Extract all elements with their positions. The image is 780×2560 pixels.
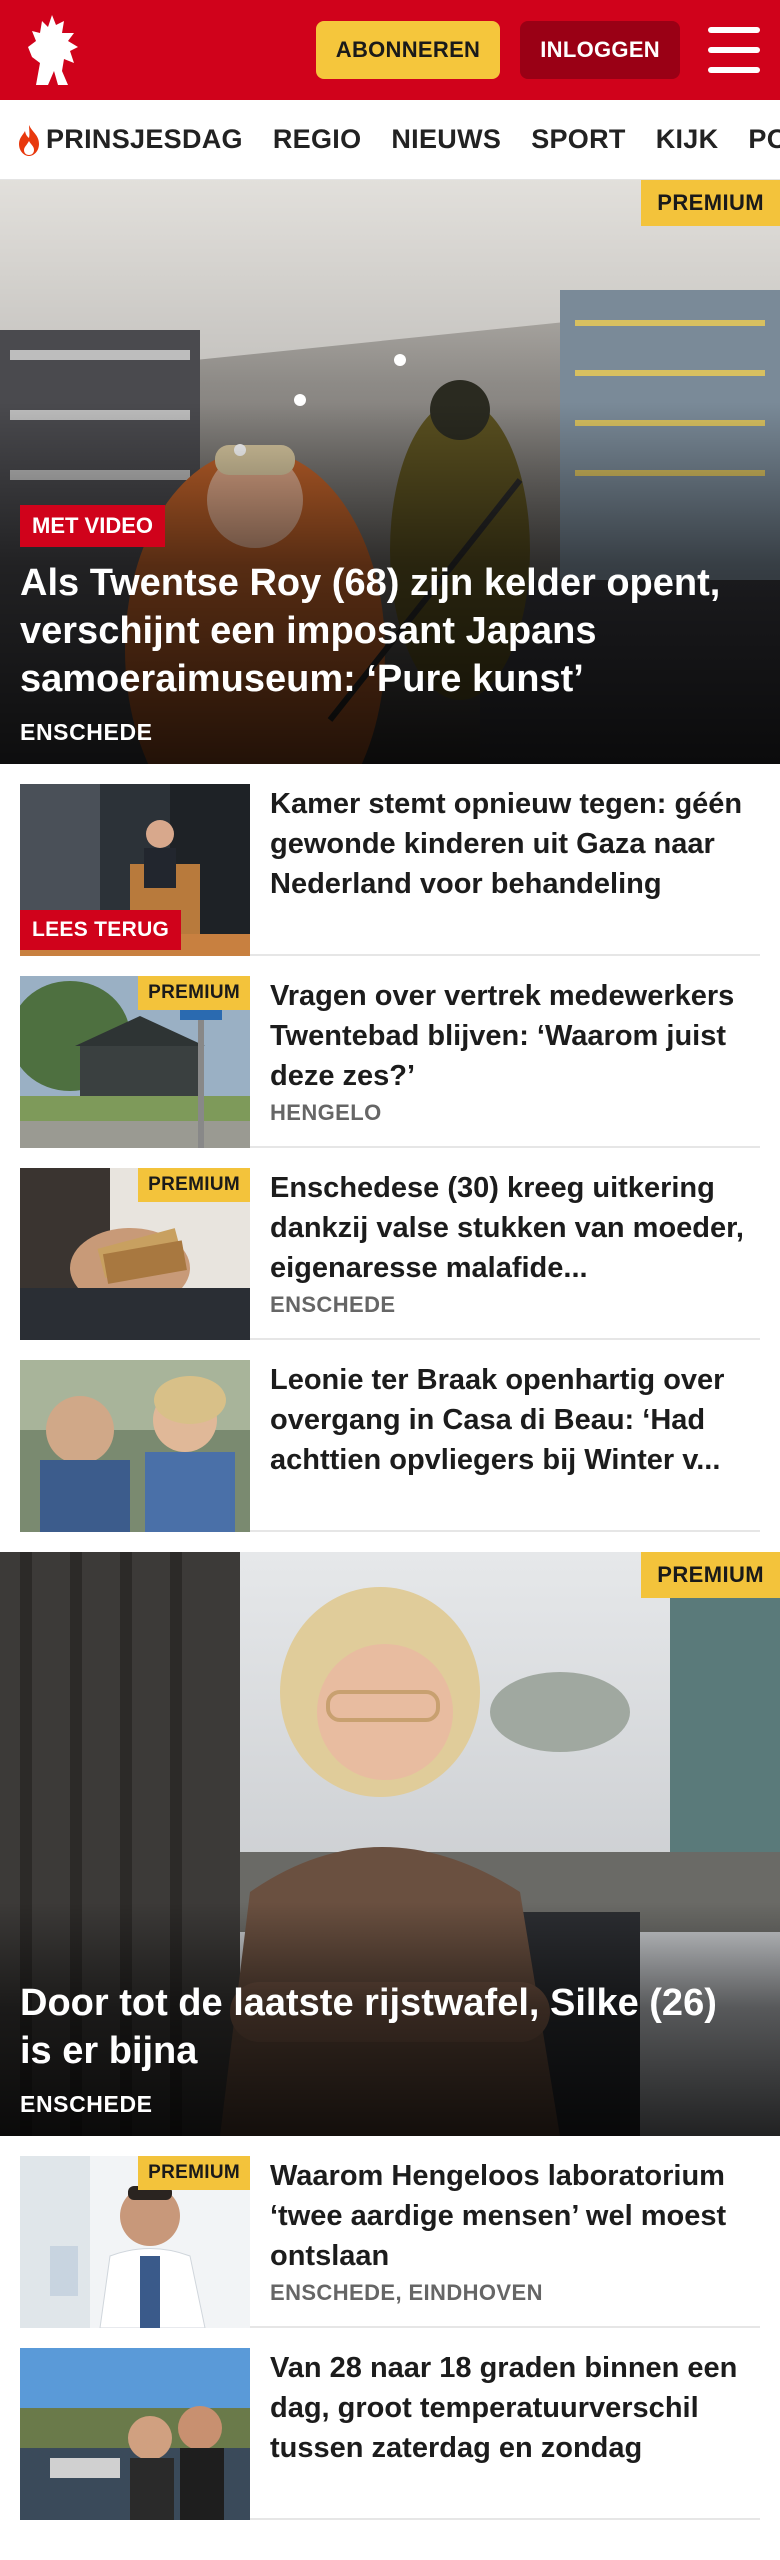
nav-item-sport[interactable]: SPORT [531, 124, 626, 155]
hamburger-menu-icon[interactable] [708, 27, 760, 73]
premium-badge: PREMIUM [641, 180, 780, 226]
hero-article-silke[interactable]: PREMIUM Door tot de laatste rijstwafel, … [0, 1552, 780, 2136]
hero-location: ENSCHEDE [20, 719, 153, 745]
nav-item-nieuws[interactable]: NIEUWS [391, 124, 501, 155]
article-headline[interactable]: Van 28 naar 18 graden binnen een dag, gr… [270, 2348, 760, 2468]
list-item[interactable]: PREMIUM Waarom Hengeloos laboratorium ‘t… [20, 2136, 760, 2328]
flame-icon [19, 124, 39, 156]
article-headline[interactable]: Enschedese (30) kreeg uitkering dankzij … [270, 1168, 760, 1288]
hero-headline[interactable]: Door tot de laatste rijstwafel, Silke (2… [20, 1979, 750, 2075]
list-item[interactable]: Van 28 naar 18 graden binnen een dag, gr… [20, 2328, 760, 2520]
article-thumbnail [20, 2348, 250, 2520]
list-item[interactable]: LEES TERUG Kamer stemt opnieuw tegen: gé… [20, 764, 760, 956]
article-thumbnail [20, 1360, 250, 1532]
nav-item-kijk[interactable]: KIJK [656, 124, 719, 155]
tubantia-horse-logo-icon[interactable] [20, 10, 88, 90]
article-headline[interactable]: Vragen over vertrek medewer­kers Twenteb… [270, 976, 760, 1096]
login-button[interactable]: INLOGGEN [520, 21, 680, 79]
read-back-tag: LEES TERUG [20, 910, 182, 950]
premium-badge: PREMIUM [138, 976, 250, 1010]
nav-item-podcasts[interactable]: PODCA [748, 124, 780, 155]
article-location: ENSCHEDE, EINDHOVEN [270, 2280, 543, 2305]
article-thumbnail: PREMIUM [20, 976, 250, 1148]
subscribe-button[interactable]: ABONNEREN [315, 21, 501, 79]
premium-badge: PREMIUM [138, 2156, 250, 2190]
article-location: ENSCHEDE [270, 1292, 396, 1317]
premium-badge: PREMIUM [641, 1552, 780, 1598]
article-headline[interactable]: Leonie ter Braak openhartig over overgan… [270, 1360, 760, 1480]
list-item[interactable]: Leonie ter Braak openhartig over overgan… [20, 1340, 760, 1532]
hero-headline[interactable]: Als Twentse Roy (68) zijn kelder opent, … [20, 559, 750, 703]
nav-label: PRINSJESDAG [46, 124, 243, 154]
site-header: ABONNEREN INLOGGEN [0, 0, 780, 100]
article-thumbnail: PREMIUM [20, 2156, 250, 2328]
hero-article-samurai-museum[interactable]: PREMIUM MET VIDEO Als Twentse Roy (68) z… [0, 180, 780, 764]
list-item[interactable]: PREMIUM Vragen over vertrek medewer­kers… [20, 956, 760, 1148]
hero-location: ENSCHEDE [20, 2091, 153, 2117]
article-headline[interactable]: Kamer stemt opnieuw tegen: géén gewonde … [270, 784, 760, 904]
hero-content: Door tot de laatste rijstwafel, Silke (2… [20, 1979, 750, 2118]
article-location: HENGELO [270, 1100, 382, 1125]
premium-badge: PREMIUM [138, 1168, 250, 1202]
nav-item-prinsjesdag[interactable]: PRINSJESDAG [16, 123, 243, 157]
video-tag: MET VIDEO [20, 505, 166, 547]
nav-item-regio[interactable]: REGIO [273, 124, 362, 155]
list-item[interactable]: PREMIUM Enschedese (30) kreeg uitkering … [20, 1148, 760, 1340]
article-list-bottom: PREMIUM Waarom Hengeloos laboratorium ‘t… [0, 2136, 780, 2520]
section-nav: PRINSJESDAG REGIO NIEUWS SPORT KIJK PODC… [0, 100, 780, 180]
article-thumbnail: PREMIUM [20, 1168, 250, 1340]
article-headline[interactable]: Waarom Hengeloos laboratorium ‘twee aard… [270, 2156, 760, 2276]
article-list-top: LEES TERUG Kamer stemt opnieuw tegen: gé… [0, 764, 780, 1532]
article-thumbnail: LEES TERUG [20, 784, 250, 956]
hero-content: MET VIDEO Als Twentse Roy (68) zijn keld… [20, 505, 750, 746]
